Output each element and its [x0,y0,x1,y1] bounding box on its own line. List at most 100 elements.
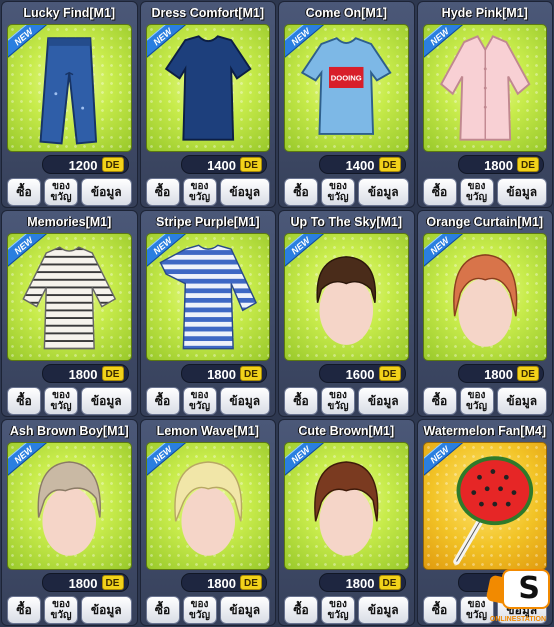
buy-button[interactable]: ซื้อ [284,596,318,624]
de-currency-icon: DE [240,575,262,590]
jeans-icon [39,37,98,145]
item-name: Memories[M1] [27,215,112,229]
item-price: 1800 [68,367,98,382]
de-currency-icon: DE [517,366,539,381]
item-preview[interactable]: NEW [284,442,409,570]
price-tag: 1600 DE [319,364,406,383]
shop-item-card[interactable]: Orange Curtain[M1] NEW 1800 DE ซื้อ ของ … [416,210,553,417]
shop-item-card[interactable]: Come On[M1] NEW DOOING 1400 DE ซื้อ ของ … [278,1,415,208]
buy-button[interactable]: ซื้อ [145,596,180,624]
shop-item-card[interactable]: Up To The Sky[M1] NEW 1600 DE ซื้อ ของ ข… [278,210,415,417]
info-button[interactable]: ข้อมูล [358,178,409,206]
de-currency-icon: DE [101,575,124,590]
shop-item-card[interactable]: Ash Brown Boy[M1] NEW 1800 DE ซื้อ ของ ข… [1,419,138,626]
buy-button[interactable]: ซื้อ [422,387,457,415]
buy-button[interactable]: ซื้อ [284,387,318,415]
info-button[interactable]: ข้อมูล [219,387,270,415]
price-tag: 1800 DE [42,573,129,592]
buy-button[interactable]: ซื้อ [145,178,180,206]
price-tag: 1800 DE [180,573,267,592]
info-button[interactable]: ข้อมูล [358,596,409,624]
ash-hair-icon [37,461,101,556]
gift-button[interactable]: ของ ขวัญ [321,596,355,624]
blue-tshirt-icon: DOOING [300,37,392,135]
info-button[interactable]: ข้อมูล [496,178,547,206]
gift-button[interactable]: ของ ขวัญ [459,178,494,206]
de-currency-icon: DE [517,157,539,172]
gift-button[interactable]: ของ ขวัญ [459,387,494,415]
logo-text: ONLINESTATION [489,616,547,623]
item-preview[interactable]: NEW [422,233,547,361]
price-tag: 1400 DE [180,155,267,174]
shop-item-card[interactable]: Dress Comfort[M1] NEW 1400 DE ซื้อ ของ ข… [139,1,276,208]
item-price: 1800 [484,158,513,173]
de-currency-icon: DE [378,366,401,381]
item-price: 1400 [207,158,236,173]
item-preview[interactable]: NEW [145,24,270,152]
item-preview[interactable]: NEW [7,24,132,152]
item-name: Orange Curtain[M1] [426,215,544,229]
item-preview[interactable]: NEW [422,24,547,152]
item-preview[interactable]: NEW [422,442,547,570]
shop-item-card[interactable]: Cute Brown[M1] NEW 1800 DE ซื้อ ของ ขวัญ… [278,419,415,626]
gift-button[interactable]: ของ ขวัญ [182,387,217,415]
item-name: Watermelon Fan[M4] [423,424,546,438]
item-price: 1800 [345,576,375,591]
price-tag: 1200 DE [42,155,129,174]
gift-button[interactable]: ของ ขวัญ [44,178,78,206]
shirt-print: DOOING [331,73,362,82]
buy-button[interactable]: ซื้อ [7,178,41,206]
de-currency-icon: DE [101,157,124,172]
gift-button[interactable]: ของ ขวัญ [321,387,355,415]
gift-button[interactable]: ของ ขวัญ [182,178,217,206]
item-preview[interactable]: NEW [145,442,270,570]
item-price: 1200 [68,158,98,173]
buy-button[interactable]: ซื้อ [422,596,457,624]
info-button[interactable]: ข้อมูล [496,387,547,415]
shop-item-card[interactable]: Hyde Pink[M1] NEW 1800 DE ซื้อ ของ ขวัญ … [416,1,553,208]
de-currency-icon: DE [101,366,124,381]
item-preview[interactable]: NEW [7,442,132,570]
shop-item-card[interactable]: Lemon Wave[M1] NEW 1800 DE ซื้อ ของ ขวัญ… [139,419,276,626]
info-button[interactable]: ข้อมูล [219,178,270,206]
item-name: Stripe Purple[M1] [156,215,260,229]
item-preview[interactable]: NEW [284,233,409,361]
buy-button[interactable]: ซื้อ [7,596,41,624]
item-preview[interactable]: NEW [7,233,132,361]
shop-item-card[interactable]: Memories[M1] NEW 1800 DE ซื้อ ของ ขวัญ ข… [1,210,138,417]
buy-button[interactable]: ซื้อ [145,387,180,415]
info-button[interactable]: ข้อมูล [81,387,132,415]
item-preview[interactable]: NEW DOOING [284,24,409,152]
item-name: Cute Brown[M1] [298,424,395,438]
item-name: Lucky Find[M1] [23,6,116,20]
buy-button[interactable]: ซื้อ [284,178,318,206]
logo-letter: S [518,571,540,606]
info-button[interactable]: ข้อมูล [81,178,132,206]
buy-button[interactable]: ซื้อ [7,387,41,415]
price-tag: 1800 DE [319,573,406,592]
info-button[interactable]: ข้อมูล [219,596,270,624]
gift-button[interactable]: ของ ขวัญ [44,387,78,415]
item-name: Come On[M1] [305,6,387,20]
item-price: 1800 [207,367,236,382]
item-name: Hyde Pink[M1] [441,6,528,20]
gift-button[interactable]: ของ ขวัญ [182,596,217,624]
item-price: 1400 [345,158,375,173]
price-tag: 1400 DE [319,155,406,174]
cute-brown-hair-icon [314,461,379,556]
item-name: Dress Comfort[M1] [151,6,264,20]
gift-button[interactable]: ของ ขวัญ [44,596,78,624]
price-tag: 1800 DE [42,364,129,383]
buy-button[interactable]: ซื้อ [422,178,457,206]
price-tag: 1800 DE [457,364,544,383]
price-tag: 1800 DE [457,155,544,174]
shop-item-card[interactable]: Lucky Find[M1] NEW 1200 DE ซื้อ ของ ขวัญ… [1,1,138,208]
item-preview[interactable]: NEW [145,233,270,361]
shop-item-card[interactable]: Stripe Purple[M1] NEW 1800 DE ซื้อ ของ ข… [139,210,276,417]
de-currency-icon: DE [240,157,262,172]
info-button[interactable]: ข้อมูล [358,387,409,415]
item-price: 1800 [484,367,513,382]
gift-button[interactable]: ของ ขวัญ [321,178,355,206]
info-button[interactable]: ข้อมูล [81,596,132,624]
item-name: Lemon Wave[M1] [156,424,259,438]
